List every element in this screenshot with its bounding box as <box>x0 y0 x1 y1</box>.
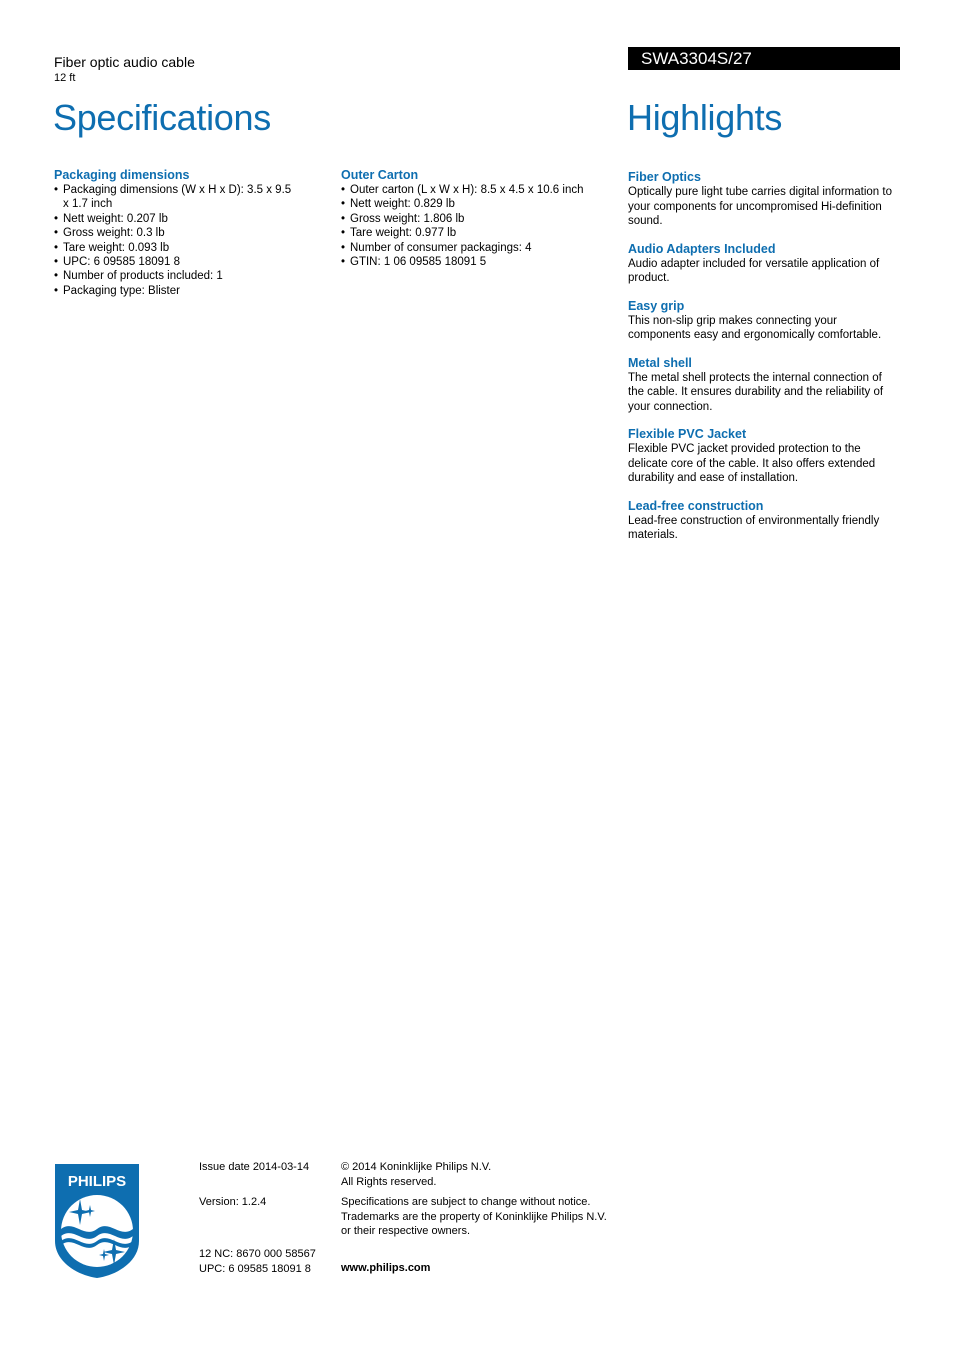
spec-item: Number of products included: 1 <box>54 269 294 284</box>
spec-item: Number of consumer packagings: 4 <box>341 241 611 256</box>
issue-date: Issue date 2014-03-14 <box>199 1161 310 1173</box>
highlight-item: Audio Adapters Included Audio adapter in… <box>628 242 900 286</box>
spec-item: Gross weight: 1.806 lb <box>341 212 611 227</box>
philips-logo: PHILIPS <box>54 1163 140 1279</box>
highlight-item: Flexible PVC Jacket Flexible PVC jacket … <box>628 427 900 486</box>
spec-item: Tare weight: 0.093 lb <box>54 241 294 256</box>
highlight-text: Flexible PVC jacket provided protection … <box>628 443 876 484</box>
highlight-title: Metal shell <box>628 355 692 370</box>
disclaimer-line: Specifications are subject to change wit… <box>341 1196 591 1208</box>
spec-item: Packaging dimensions (W x H x D): 3.5 x … <box>54 183 294 212</box>
version: Version: 1.2.4 <box>199 1196 267 1208</box>
spec-item: Outer carton (L x W x H): 8.5 x 4.5 x 10… <box>341 183 611 198</box>
packaging-dimensions-section: Packaging dimensions Packaging dimension… <box>54 168 294 299</box>
spec-item: UPC: 6 09585 18091 8 <box>54 255 294 270</box>
highlight-title: Lead-free construction <box>628 498 764 513</box>
highlight-title: Fiber Optics <box>628 170 701 184</box>
spec-list: Outer carton (L x W x H): 8.5 x 4.5 x 10… <box>341 183 611 270</box>
product-subtitle: 12 ft <box>54 72 76 84</box>
highlight-text: Lead-free construction of environmentall… <box>628 514 880 542</box>
upc-code: UPC: 6 09585 18091 8 <box>199 1262 311 1275</box>
highlight-title: Easy grip <box>628 298 685 313</box>
product-title: Fiber optic audio cable <box>54 54 195 70</box>
highlight-item: Metal shell The metal shell protects the… <box>628 356 900 415</box>
highlights-list: Fiber Optics Optically pure light tube c… <box>628 170 900 556</box>
highlights-heading: Highlights <box>627 97 783 138</box>
disclaimer: Specifications are subject to change wit… <box>341 1195 607 1239</box>
spec-item: Nett weight: 0.207 lb <box>54 212 294 227</box>
spec-item: GTIN: 1 06 09585 18091 5 <box>341 255 611 270</box>
spec-item: Packaging type: Blister <box>54 284 294 299</box>
spec-list: Packaging dimensions (W x H x D): 3.5 x … <box>54 183 294 299</box>
nc-code: 12 NC: 8670 000 58567 <box>199 1248 316 1260</box>
model-number-bar: SWA3304S/27 <box>628 47 900 70</box>
highlight-text: The metal shell protects the internal co… <box>628 371 884 413</box>
spec-item: Tare weight: 0.977 lb <box>341 226 611 241</box>
copyright-line: All Rights reserved. <box>341 1175 437 1188</box>
spec-item: Gross weight: 0.3 lb <box>54 226 294 241</box>
highlight-text: This non-slip grip makes connecting your… <box>628 314 882 342</box>
product-codes: 12 NC: 8670 000 58567 UPC: 6 09585 18091… <box>199 1247 316 1276</box>
website-link[interactable]: www.philips.com <box>341 1261 430 1276</box>
highlight-text: Audio adapter included for versatile app… <box>628 257 880 285</box>
section-title: Outer Carton <box>341 168 419 182</box>
specifications-heading: Specifications <box>53 97 271 138</box>
outer-carton-section: Outer Carton Outer carton (L x W x H): 8… <box>341 168 611 270</box>
disclaimer-line: Trademarks are the property of Koninklij… <box>341 1210 607 1223</box>
highlight-title: Flexible PVC Jacket <box>628 427 747 441</box>
highlight-item: Lead-free construction Lead-free constru… <box>628 499 900 543</box>
philips-shield-icon: PHILIPS <box>55 1164 139 1278</box>
highlight-item: Fiber Optics Optically pure light tube c… <box>628 170 900 229</box>
disclaimer-line: or their respective owners. <box>341 1225 470 1237</box>
copyright: © 2014 Koninklijke Philips N.V. All Righ… <box>341 1160 491 1189</box>
highlight-title: Audio Adapters Included <box>628 241 776 256</box>
highlight-text: Optically pure light tube carries digita… <box>628 186 892 227</box>
section-title: Packaging dimensions <box>54 168 190 182</box>
copyright-line: © 2014 Koninklijke Philips N.V. <box>341 1161 492 1173</box>
logo-text: PHILIPS <box>68 1173 126 1190</box>
highlight-item: Easy grip This non-slip grip makes conne… <box>628 299 900 343</box>
spec-item: Nett weight: 0.829 lb <box>341 197 611 212</box>
